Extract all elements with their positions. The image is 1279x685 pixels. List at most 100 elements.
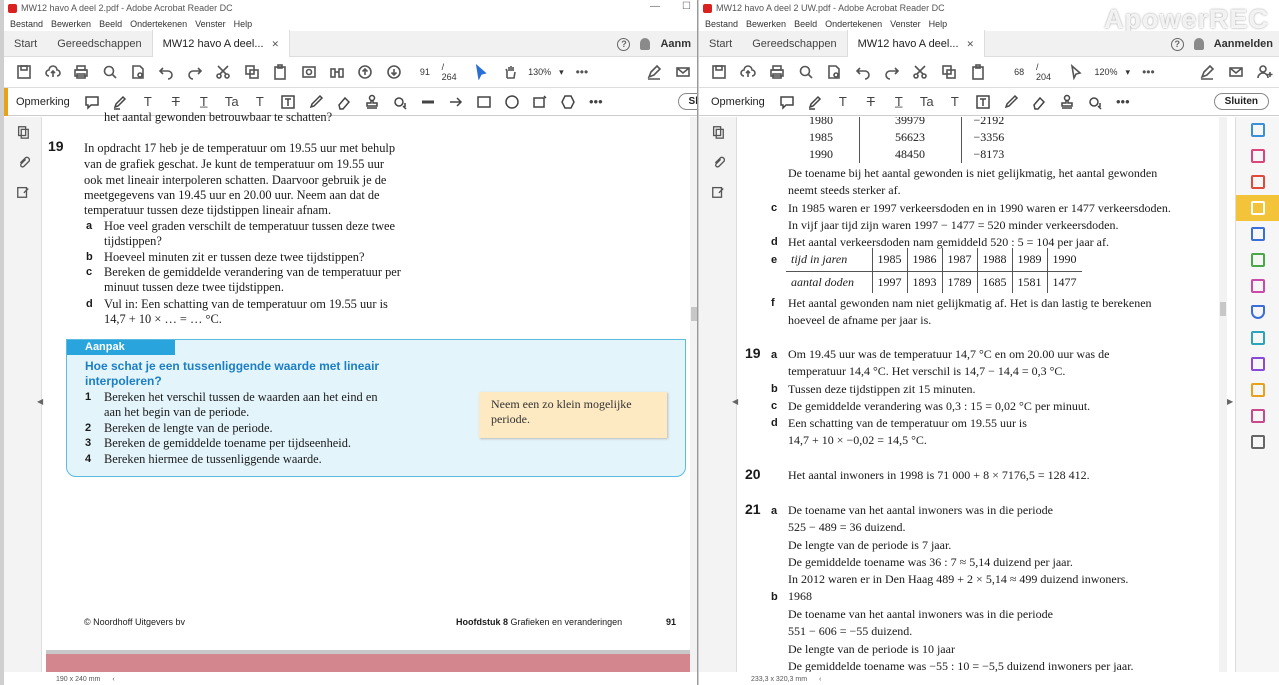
select-cursor-icon[interactable] (467, 61, 495, 83)
line-icon[interactable] (414, 91, 442, 113)
help-icon[interactable]: ? (617, 37, 631, 51)
area-measure-icon[interactable] (526, 91, 554, 113)
export-pdf-tool-icon[interactable] (1236, 117, 1279, 143)
stamp-icon[interactable] (358, 91, 386, 113)
add-text-icon[interactable]: T (941, 91, 969, 113)
zoom-search-icon[interactable] (95, 61, 123, 83)
sticky-note-icon[interactable] (773, 91, 801, 113)
page-up-icon[interactable] (351, 61, 379, 83)
page-down-icon[interactable] (380, 61, 408, 83)
create-pdf-tool-icon[interactable] (1236, 169, 1279, 195)
text-insert-icon[interactable]: Ta (913, 91, 941, 113)
help-icon[interactable]: ? (1170, 37, 1184, 51)
close-tab-icon[interactable]: ✕ (967, 31, 975, 57)
redo-icon[interactable] (877, 61, 906, 83)
text-strikethrough-icon[interactable]: T (857, 91, 885, 113)
rectangle-icon[interactable] (470, 91, 498, 113)
tab-tools[interactable]: Gereedschappen (742, 31, 846, 57)
text-underline-icon[interactable]: T (829, 91, 857, 113)
attachments-icon[interactable] (699, 147, 737, 177)
zoom-select[interactable]: 120% ▾ (1090, 67, 1134, 78)
print-icon[interactable] (67, 61, 95, 83)
oval-icon[interactable] (498, 91, 526, 113)
scroll-left-icon[interactable]: ‹ (819, 676, 821, 683)
tab-start[interactable]: Start (4, 31, 47, 57)
text-replace-icon[interactable]: T̲ (885, 91, 913, 113)
collapse-right-panel-icon[interactable]: ▶ (1227, 397, 1233, 406)
scroll-left-icon[interactable]: ‹ (112, 676, 114, 683)
more-tools-icon[interactable]: ••• (1134, 61, 1163, 83)
menu-bestand[interactable]: Bestand (6, 19, 47, 29)
page-thumbnails-icon[interactable] (699, 117, 737, 147)
menu-ondertekenen[interactable]: Ondertekenen (821, 19, 886, 29)
organize-pages-tool-icon[interactable] (1236, 143, 1279, 169)
tab-start[interactable]: Start (699, 31, 742, 57)
combine-files-tool-icon[interactable] (1236, 221, 1279, 247)
tab-document[interactable]: MW12 havo A deel... ✕ (846, 30, 986, 57)
account-signin[interactable]: Aanmelden (1214, 38, 1273, 50)
redo-icon[interactable] (181, 61, 209, 83)
hand-tool-icon[interactable] (496, 61, 524, 83)
bell-icon[interactable] (1193, 38, 1204, 50)
highlighter-icon[interactable] (801, 91, 829, 113)
menu-venster[interactable]: Venster (191, 19, 230, 29)
optimize-tool-icon[interactable] (1236, 325, 1279, 351)
save-icon[interactable] (10, 61, 38, 83)
more-comment-tools-icon[interactable]: ••• (582, 91, 610, 113)
cut-icon[interactable] (209, 61, 237, 83)
textbox-icon[interactable] (969, 91, 997, 113)
more-tools-icon[interactable]: ••• (568, 61, 596, 83)
clipboard-icon[interactable] (266, 61, 294, 83)
page-thumbnails-icon[interactable] (4, 117, 42, 147)
menu-beeld[interactable]: Beeld (95, 19, 126, 29)
sign-pen-icon[interactable] (1193, 61, 1222, 83)
cut-icon[interactable] (906, 61, 935, 83)
close-comment-button[interactable]: Sl (677, 93, 697, 110)
menu-help[interactable]: Help (230, 19, 257, 29)
attachments-icon[interactable] (4, 147, 42, 177)
bell-icon[interactable] (640, 38, 651, 50)
menu-help[interactable]: Help (925, 19, 952, 29)
print-icon[interactable] (762, 61, 791, 83)
protect-tool-icon[interactable] (1236, 299, 1279, 325)
zoom-search-icon[interactable] (791, 61, 820, 83)
close-comment-button[interactable]: Sluiten (1213, 93, 1269, 110)
menu-bestand[interactable]: Bestand (701, 19, 742, 29)
save-icon[interactable] (705, 61, 734, 83)
close-tab-icon[interactable]: ✕ (272, 31, 280, 57)
edit-signature-tool-icon[interactable] (1236, 351, 1279, 377)
menu-beeld[interactable]: Beeld (790, 19, 821, 29)
menu-bewerken[interactable]: Bewerken (742, 19, 790, 29)
clipboard-icon[interactable] (963, 61, 992, 83)
minimize-icon[interactable]: — (650, 1, 660, 12)
vertical-scrollbar[interactable] (1219, 117, 1227, 672)
signatures-icon[interactable] (699, 177, 737, 207)
compress-tool-icon[interactable] (1236, 247, 1279, 273)
more-tools-wrench-icon[interactable] (1236, 429, 1279, 455)
share-user-icon[interactable] (1250, 61, 1279, 83)
arrow-icon[interactable] (442, 91, 470, 113)
file-search-icon[interactable] (124, 61, 152, 83)
menu-bewerken[interactable]: Bewerken (47, 19, 95, 29)
zoom-select[interactable]: 130% ▾ (524, 67, 568, 78)
tab-document[interactable]: MW12 havo A deel... ✕ (151, 30, 291, 57)
eraser-icon[interactable] (1025, 91, 1053, 113)
eraser-icon[interactable] (330, 91, 358, 113)
sticky-note-icon[interactable] (78, 91, 106, 113)
upload-cloud-icon[interactable] (38, 61, 66, 83)
fill-sign-tool-icon[interactable] (1236, 273, 1279, 299)
file-search-icon[interactable] (820, 61, 849, 83)
signatures-icon[interactable] (4, 177, 42, 207)
comment-tool-icon[interactable] (1236, 195, 1279, 221)
stamp-icon[interactable] (1053, 91, 1081, 113)
page-number-input[interactable]: 68 (1008, 64, 1030, 80)
snapshot-icon[interactable] (294, 61, 322, 83)
more-comment-tools-icon[interactable]: ••• (1109, 91, 1137, 113)
upload-cloud-icon[interactable] (734, 61, 763, 83)
collapse-left-panel-icon[interactable]: ◀ (37, 397, 43, 406)
copy-icon[interactable] (935, 61, 964, 83)
copy-icon[interactable] (238, 61, 266, 83)
scroll-thumb[interactable] (1220, 302, 1226, 316)
send-tool-icon[interactable] (1236, 377, 1279, 403)
sign-pen-icon[interactable] (640, 61, 668, 83)
